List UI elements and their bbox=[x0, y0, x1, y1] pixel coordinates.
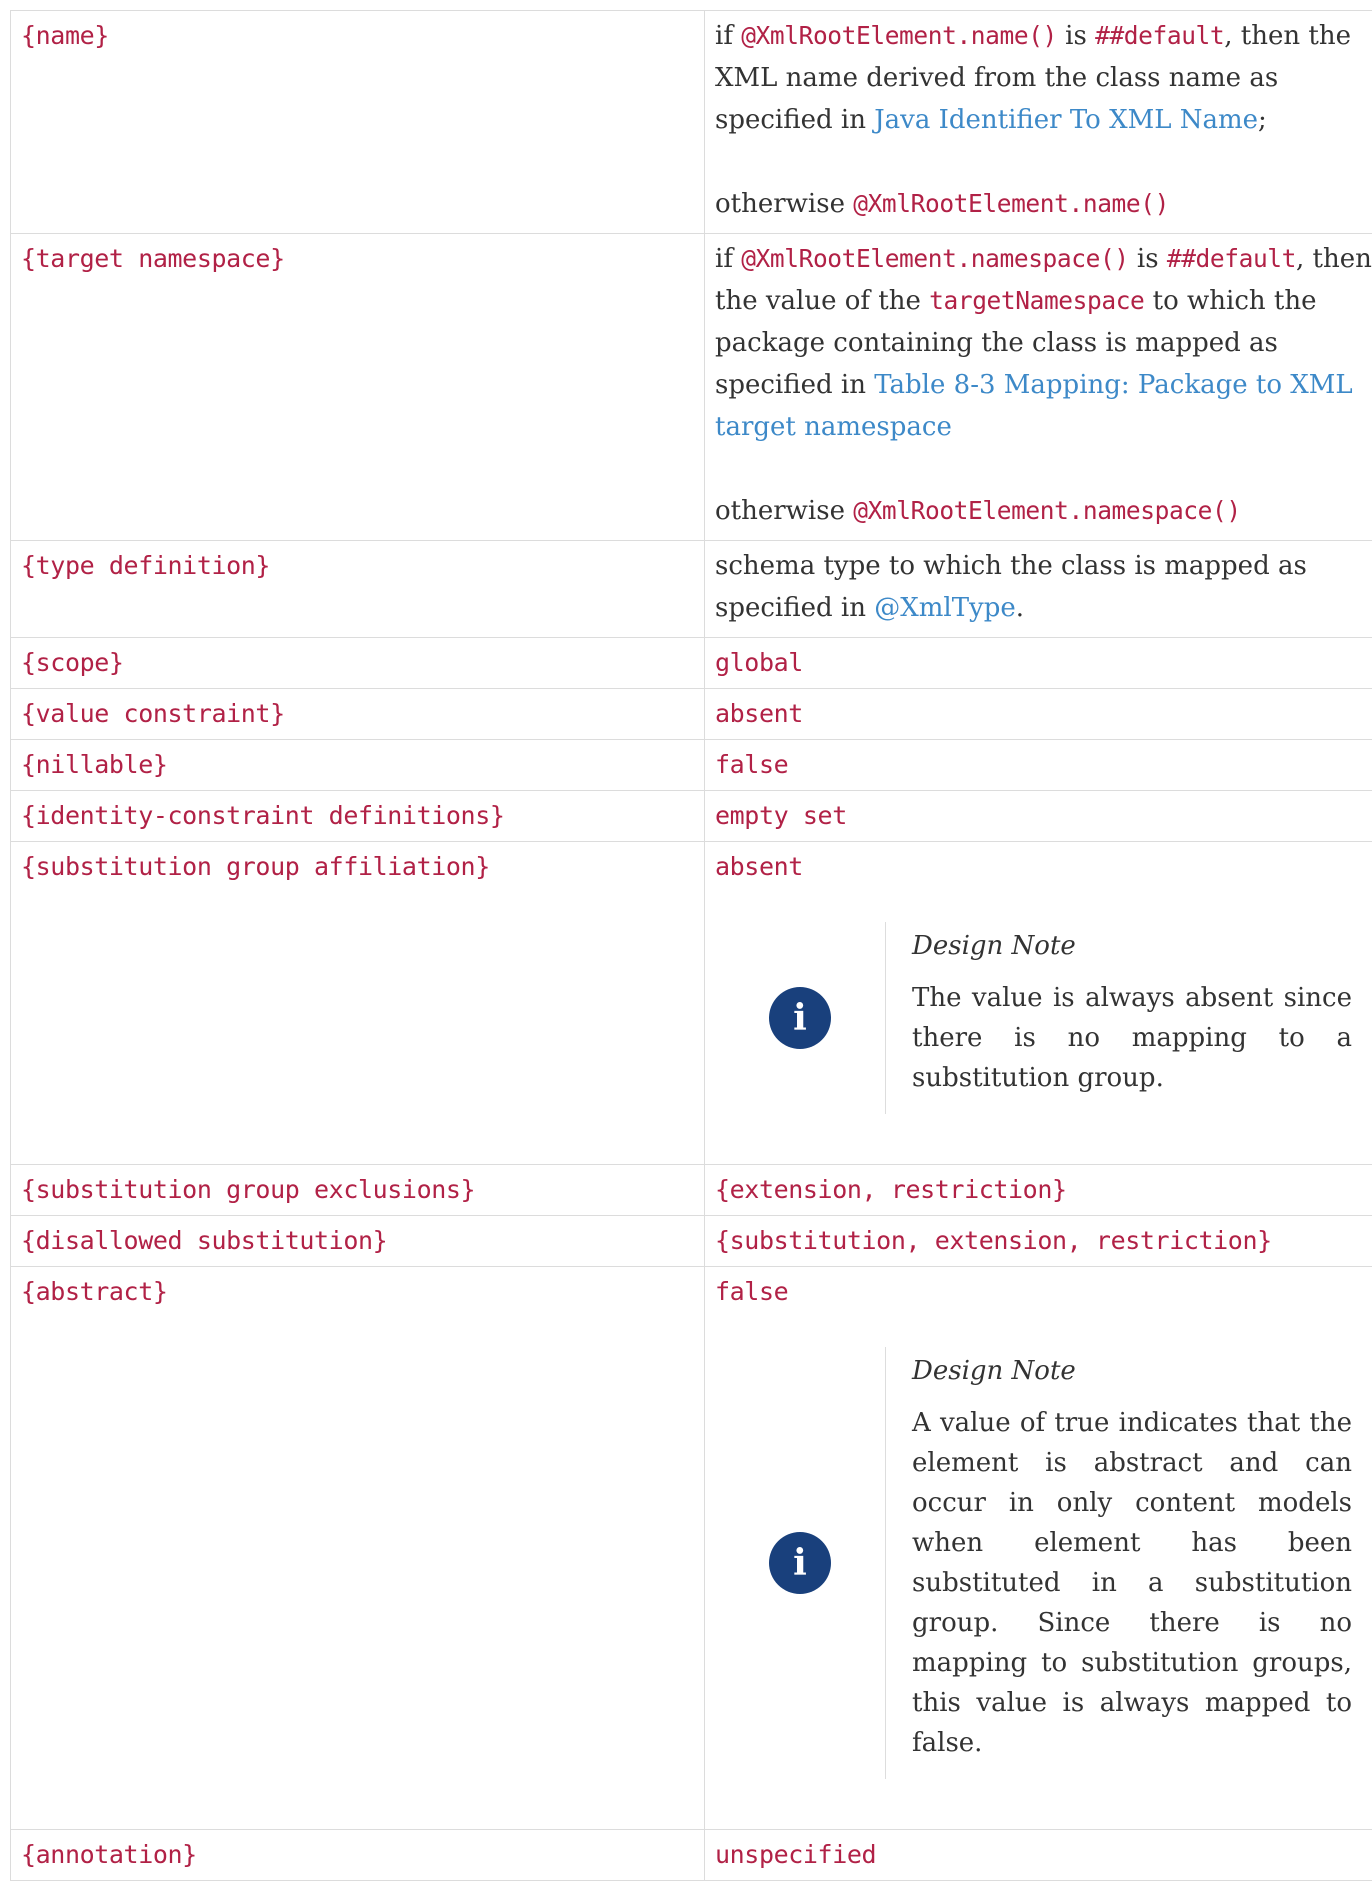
property-cell: {abstract} bbox=[11, 1267, 705, 1830]
value-paragraph: schema type to which the class is mapped… bbox=[715, 545, 1372, 629]
xmltype-link[interactable]: @XmlType bbox=[874, 593, 1016, 623]
property-cell: {disallowed substitution} bbox=[11, 1216, 705, 1267]
property-value: unspecified bbox=[715, 1840, 876, 1870]
code: targetNamespace bbox=[929, 286, 1144, 315]
value-cell: absent bbox=[705, 689, 1372, 740]
value-cell: global bbox=[705, 638, 1372, 689]
value-cell: {extension, restriction} bbox=[705, 1165, 1372, 1216]
info-icon: i bbox=[769, 987, 831, 1049]
value-cell: {substitution, extension, restriction} bbox=[705, 1216, 1372, 1267]
note-icon-container: i bbox=[715, 987, 885, 1049]
text: if bbox=[715, 21, 741, 51]
value-cell: if @XmlRootElement.name() is ##default, … bbox=[705, 11, 1372, 234]
property-name: {substitution group exclusions} bbox=[21, 1175, 475, 1205]
note-title: Design Note bbox=[912, 1353, 1352, 1389]
table-row: {disallowed substitution} {substitution,… bbox=[11, 1216, 1372, 1267]
property-cell: {substitution group exclusions} bbox=[11, 1165, 705, 1216]
table-row: {abstract} false i Design Note A value o… bbox=[11, 1267, 1372, 1830]
text: if bbox=[715, 244, 741, 274]
table-row: {identity-constraint definitions} empty … bbox=[11, 791, 1372, 842]
java-identifier-link[interactable]: Java Identifier To XML Name bbox=[874, 105, 1258, 135]
property-value: absent bbox=[715, 852, 803, 882]
property-value: global bbox=[715, 648, 803, 678]
property-cell: {nillable} bbox=[11, 740, 705, 791]
value-cell: false bbox=[705, 740, 1372, 791]
property-value: absent bbox=[715, 699, 803, 729]
design-note: i Design Note The value is always absent… bbox=[715, 922, 1372, 1114]
property-cell: {annotation} bbox=[11, 1830, 705, 1881]
table-row: {target namespace} if @XmlRootElement.na… bbox=[11, 234, 1372, 541]
property-name: {type definition} bbox=[21, 551, 270, 580]
value-cell: if @XmlRootElement.namespace() is ##defa… bbox=[705, 234, 1372, 541]
text: is bbox=[1129, 244, 1167, 274]
property-name: {abstract} bbox=[21, 1277, 168, 1307]
value-paragraph: otherwise @XmlRootElement.namespace() bbox=[715, 490, 1372, 532]
property-name: {name} bbox=[21, 21, 109, 50]
property-mapping-table: {name} if @XmlRootElement.name() is ##de… bbox=[10, 10, 1372, 1881]
text: ; bbox=[1258, 105, 1267, 135]
property-value: false bbox=[715, 1277, 788, 1307]
value-paragraph: if @XmlRootElement.name() is ##default, … bbox=[715, 15, 1372, 141]
text: otherwise bbox=[715, 189, 853, 219]
property-value: empty set bbox=[715, 801, 847, 831]
table-row: {value constraint} absent bbox=[11, 689, 1372, 740]
property-cell: {identity-constraint definitions} bbox=[11, 791, 705, 842]
property-value: {substitution, extension, restriction} bbox=[715, 1226, 1272, 1256]
note-content: Design Note A value of true indicates th… bbox=[885, 1347, 1372, 1779]
value-cell: schema type to which the class is mapped… bbox=[705, 541, 1372, 638]
note-body: A value of true indicates that the eleme… bbox=[912, 1403, 1352, 1763]
design-note: i Design Note A value of true indicates … bbox=[715, 1347, 1372, 1779]
table-row: {annotation} unspecified bbox=[11, 1830, 1372, 1881]
property-cell: {type definition} bbox=[11, 541, 705, 638]
value-cell: false i Design Note A value of true indi… bbox=[705, 1267, 1372, 1830]
table-row: {name} if @XmlRootElement.name() is ##de… bbox=[11, 11, 1372, 234]
property-name: {target namespace} bbox=[21, 244, 285, 273]
value-paragraph: if @XmlRootElement.namespace() is ##defa… bbox=[715, 238, 1372, 448]
property-cell: {substitution group affiliation} bbox=[11, 842, 705, 1165]
property-name: {disallowed substitution} bbox=[21, 1226, 387, 1256]
note-icon-container: i bbox=[715, 1532, 885, 1594]
code: @XmlRootElement.name() bbox=[741, 21, 1057, 50]
code: @XmlRootElement.namespace() bbox=[741, 244, 1128, 273]
code: @XmlRootElement.name() bbox=[853, 189, 1169, 218]
property-name: {nillable} bbox=[21, 750, 168, 780]
code: ##default bbox=[1095, 21, 1224, 50]
property-cell: {scope} bbox=[11, 638, 705, 689]
value-paragraph: otherwise @XmlRootElement.name() bbox=[715, 183, 1372, 225]
property-name: {value constraint} bbox=[21, 699, 285, 729]
property-name: {scope} bbox=[21, 648, 124, 678]
text: . bbox=[1016, 593, 1024, 623]
note-content: Design Note The value is always absent s… bbox=[885, 922, 1372, 1114]
property-cell: {value constraint} bbox=[11, 689, 705, 740]
note-body: The value is always absent since there i… bbox=[912, 978, 1352, 1098]
text: is bbox=[1057, 21, 1095, 51]
property-name: {identity-constraint definitions} bbox=[21, 801, 505, 831]
info-icon: i bbox=[769, 1532, 831, 1594]
note-title: Design Note bbox=[912, 928, 1352, 964]
property-cell: {name} bbox=[11, 11, 705, 234]
code: ##default bbox=[1167, 244, 1296, 273]
table-row: {substitution group exclusions} {extensi… bbox=[11, 1165, 1372, 1216]
text: otherwise bbox=[715, 496, 853, 526]
property-value: false bbox=[715, 750, 788, 780]
value-cell: unspecified bbox=[705, 1830, 1372, 1881]
value-cell: absent i Design Note The value is always… bbox=[705, 842, 1372, 1165]
code: @XmlRootElement.namespace() bbox=[853, 496, 1240, 525]
table-row: {nillable} false bbox=[11, 740, 1372, 791]
table-row: {substitution group affiliation} absent … bbox=[11, 842, 1372, 1165]
table-row: {type definition} schema type to which t… bbox=[11, 541, 1372, 638]
property-cell: {target namespace} bbox=[11, 234, 705, 541]
property-value: {extension, restriction} bbox=[715, 1175, 1067, 1205]
property-name: {annotation} bbox=[21, 1840, 197, 1870]
table-row: {scope} global bbox=[11, 638, 1372, 689]
property-name: {substitution group affiliation} bbox=[21, 852, 490, 882]
value-cell: empty set bbox=[705, 791, 1372, 842]
